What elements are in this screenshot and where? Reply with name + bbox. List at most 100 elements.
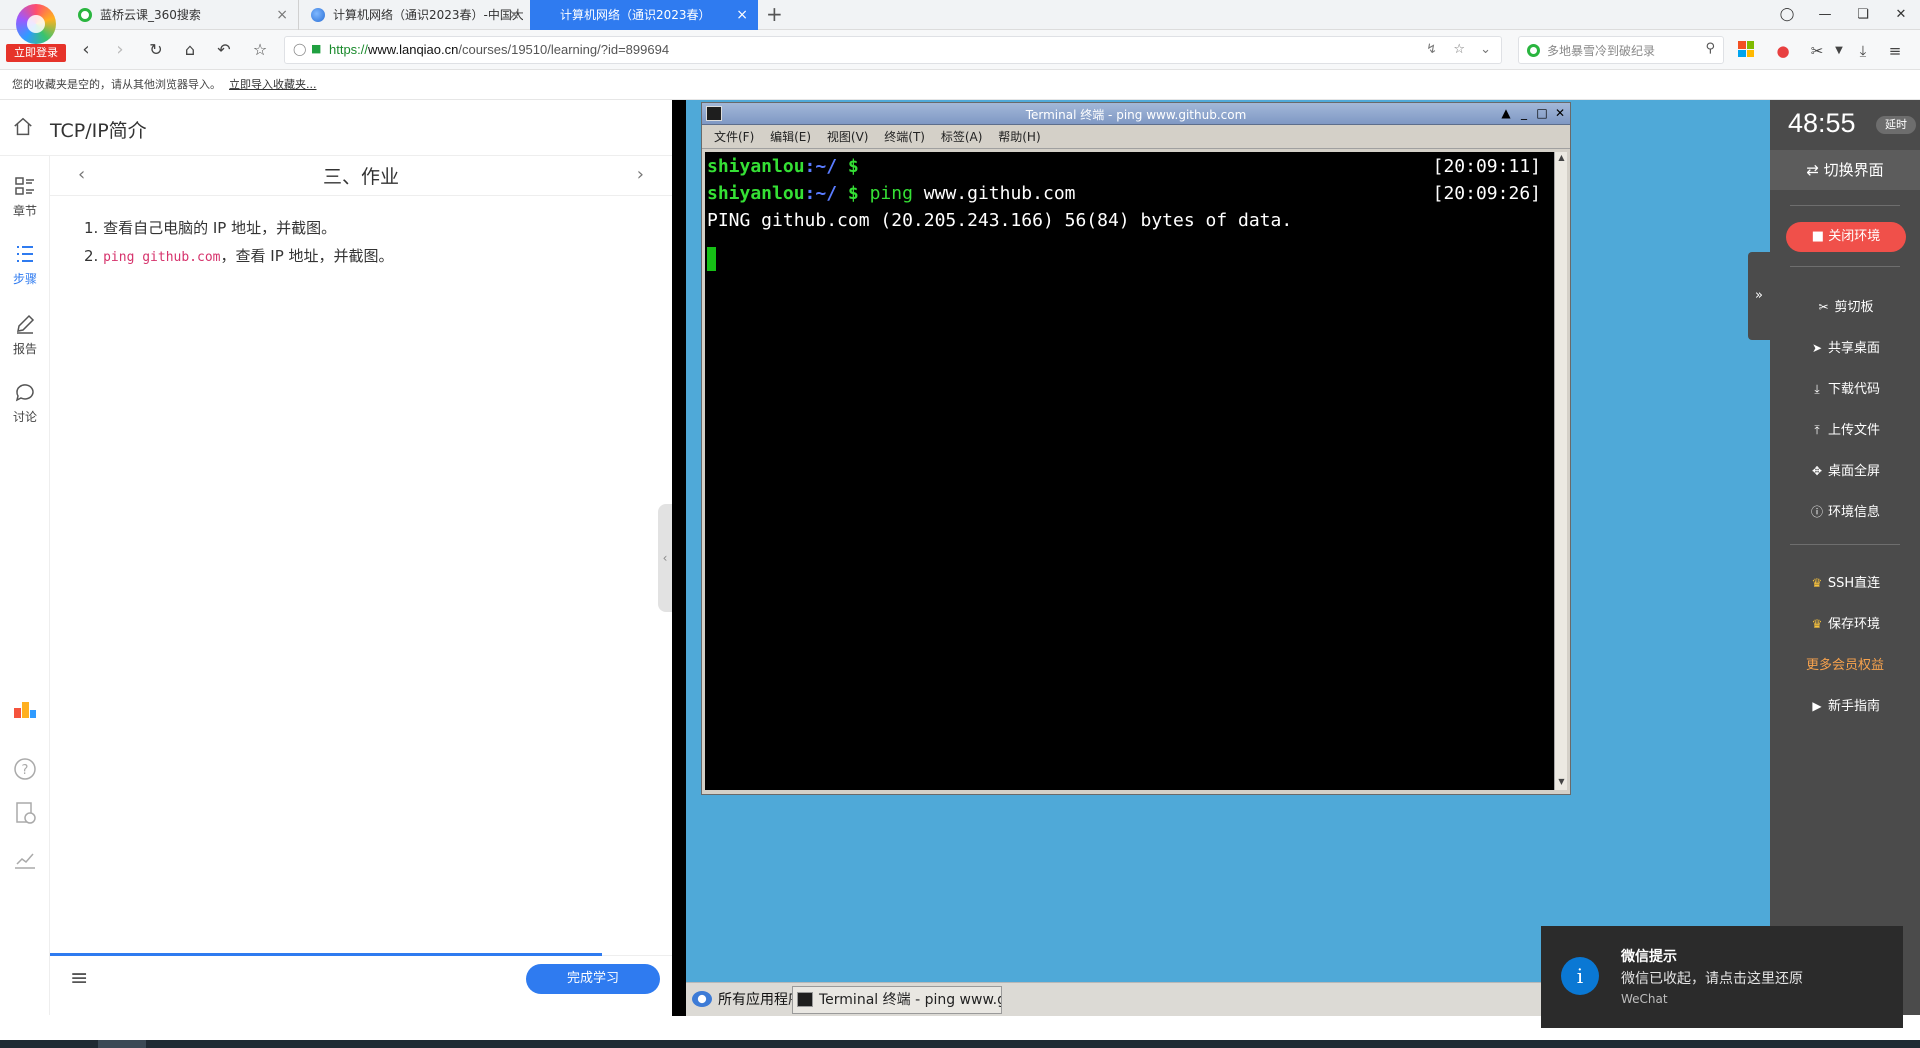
bookmarks-bar: 您的收藏夹是空的，请从其他浏览器导入。 立即导入收藏夹...	[0, 70, 1920, 100]
rail-label: 讨论	[12, 410, 37, 424]
shirt-skin-icon[interactable]: ◯	[1768, 0, 1806, 30]
wechat-notification[interactable]: i 微信提示 微信已收起，请点击这里还原 WeChat	[1541, 926, 1903, 1028]
trend-chart-icon[interactable]	[12, 846, 38, 872]
scroll-down-icon[interactable]: ▼	[1556, 777, 1567, 789]
import-bookmarks-link[interactable]: 立即导入收藏夹...	[229, 78, 317, 91]
remote-desktop[interactable]: Terminal 终端 - ping www.github.com ▲ _ □ …	[672, 100, 1770, 1016]
taskbar-item[interactable]	[98, 1040, 146, 1048]
scissors-icon[interactable]: ✂	[1806, 40, 1828, 62]
crown-icon: ♛	[1811, 576, 1823, 590]
browser-logo[interactable]: 立即登录	[6, 4, 66, 62]
rail-item-discuss[interactable]: 讨论	[0, 380, 50, 425]
close-icon[interactable]: ✕	[1552, 105, 1568, 121]
steps-list-icon	[17, 246, 33, 262]
tab-label: 计算机网络（通识2023春）	[560, 8, 711, 22]
environment-info-button[interactable]: ⓘ 环境信息	[1770, 501, 1920, 520]
home-icon[interactable]	[12, 116, 34, 138]
ssh-connect-button[interactable]: ♛ SSH直连	[1770, 572, 1920, 591]
chevron-down-icon[interactable]: ⌄	[1480, 42, 1491, 57]
game-icon[interactable]: ●	[1772, 40, 1794, 62]
terminal-line: shiyanlou:~/ $ [20:09:11]	[707, 156, 1541, 177]
rail-item-report[interactable]: 报告	[0, 312, 50, 357]
scissors-icon: ✂	[1818, 300, 1829, 314]
close-window-icon[interactable]: ✕	[1882, 0, 1920, 30]
url-bar[interactable]: ◯ ■ https://www.lanqiao.cn/courses/19510…	[284, 36, 1502, 64]
terminal-screen[interactable]: shiyanlou:~/ $ [20:09:11] shiyanlou:~/ $ …	[705, 152, 1555, 790]
menu-help[interactable]: 帮助(H)	[998, 130, 1040, 144]
shade-icon[interactable]: ▲	[1498, 105, 1514, 121]
taskbar-terminal-item[interactable]: Terminal 终端 - ping www.g…	[792, 986, 1002, 1014]
extend-time-button[interactable]: 延时	[1876, 116, 1916, 134]
menu-edit[interactable]: 编辑(E)	[770, 130, 811, 144]
document-clock-icon[interactable]	[12, 800, 38, 826]
login-badge[interactable]: 立即登录	[6, 44, 66, 62]
chapters-icon	[15, 177, 34, 195]
share-desktop-button[interactable]: ➤ 共享桌面	[1770, 337, 1920, 356]
close-icon[interactable]: ×	[276, 0, 288, 30]
rail-label: 章节	[12, 204, 37, 218]
rail-label: 报告	[12, 342, 37, 356]
rail-item-steps[interactable]: 步骤	[0, 242, 50, 287]
address-toolbar: ‹ › ↻ ⌂ ↶ ☆ ◯ ■ https://www.lanqiao.cn/c…	[0, 30, 1920, 70]
terminal-titlebar[interactable]: Terminal 终端 - ping www.github.com ▲ _ □ …	[702, 103, 1570, 125]
list-item: 2. ping github.com，查看 IP 地址，并截图。	[84, 247, 394, 265]
vip-benefits-link[interactable]: 更多会员权益	[1770, 654, 1920, 673]
close-environment-button[interactable]: ■ 关闭环境	[1786, 222, 1906, 252]
tab-search[interactable]: 蓝桥云课_360搜索 ×	[66, 0, 298, 30]
split-drag-handle[interactable]: ‹	[658, 504, 672, 612]
progress-bar	[50, 953, 602, 956]
tab-course-mooc[interactable]: 计算机网络（通识2023春）-中国大学 ×	[298, 0, 530, 30]
finish-learning-button[interactable]: 完成学习	[526, 964, 660, 994]
back-icon[interactable]: ‹	[74, 38, 98, 62]
terminal-title: Terminal 终端 - ping www.github.com	[1025, 108, 1247, 122]
home-icon[interactable]: ⌂	[178, 38, 202, 62]
undo-icon[interactable]: ↶	[212, 38, 236, 62]
info-icon: ⓘ	[1810, 505, 1823, 519]
minimize-icon[interactable]: —	[1806, 0, 1844, 30]
rail-item-chapters[interactable]: 章节	[0, 174, 50, 219]
close-icon[interactable]: ×	[736, 0, 748, 30]
download-code-button[interactable]: ⤓ 下载代码	[1770, 378, 1920, 397]
list-menu-icon[interactable]: ≡	[70, 966, 88, 991]
download-icon[interactable]: ⤓	[1852, 40, 1874, 62]
clipboard-button[interactable]: ✂ 剪切板	[1770, 296, 1920, 315]
inline-code: ping github.com	[103, 250, 221, 265]
menu-tabs[interactable]: 标签(A)	[941, 130, 983, 144]
apps-grid-icon[interactable]	[1738, 41, 1754, 57]
maximize-icon[interactable]: □	[1534, 105, 1550, 121]
favorite-star-icon[interactable]: ☆	[1453, 42, 1465, 57]
next-step-icon[interactable]: ›	[637, 164, 644, 185]
menu-file[interactable]: 文件(F)	[714, 130, 754, 144]
tab-course-active[interactable]: 计算机网络（通识2023春） ×	[530, 0, 758, 30]
new-tab-button[interactable]: +	[766, 2, 783, 26]
fullscreen-button[interactable]: ✥ 桌面全屏	[1770, 460, 1920, 479]
terminal-scrollbar[interactable]: ▲ ▼	[1554, 152, 1567, 790]
terminal-window[interactable]: Terminal 终端 - ping www.github.com ▲ _ □ …	[701, 102, 1571, 795]
switch-view-button[interactable]: ⇄ 切换界面	[1770, 150, 1920, 190]
close-icon[interactable]: ×	[508, 0, 520, 30]
collapse-sidebar-icon[interactable]: »	[1748, 252, 1770, 340]
all-apps-menu[interactable]: 所有应用程序	[692, 989, 802, 1009]
chevron-down-icon[interactable]: ▼	[1828, 40, 1850, 62]
refresh-icon[interactable]: ↻	[144, 38, 168, 62]
help-icon[interactable]: ?	[12, 756, 38, 782]
minimize-icon[interactable]: _	[1516, 105, 1532, 121]
menu-icon[interactable]: ≡	[1884, 40, 1906, 62]
upload-file-button[interactable]: ⤒ 上传文件	[1770, 419, 1920, 438]
search-box[interactable]: 多地暴雪冷到破纪录 ⚲	[1518, 36, 1724, 64]
window-controls: ◯ — ❏ ✕	[1768, 0, 1920, 30]
restore-icon[interactable]: ❏	[1844, 0, 1882, 30]
save-environment-button[interactable]: ♛ 保存环境	[1770, 613, 1920, 632]
list-item: 1. 查看自己电脑的 IP 地址，并截图。	[84, 219, 337, 237]
beginner-guide-button[interactable]: ▶ 新手指南	[1770, 695, 1920, 714]
expand-icon: ✥	[1811, 464, 1823, 478]
search-icon[interactable]: ⚲	[1705, 41, 1715, 56]
menu-view[interactable]: 视图(V)	[827, 130, 869, 144]
lightning-icon[interactable]: ↯	[1426, 42, 1437, 57]
scroll-up-icon[interactable]: ▲	[1556, 153, 1567, 165]
bookmark-star-icon[interactable]: ☆	[248, 38, 272, 62]
forward-icon[interactable]: ›	[108, 38, 132, 62]
menu-terminal[interactable]: 终端(T)	[884, 130, 925, 144]
ranking-podium-icon[interactable]	[12, 696, 38, 722]
share-icon: ➤	[1811, 341, 1823, 355]
